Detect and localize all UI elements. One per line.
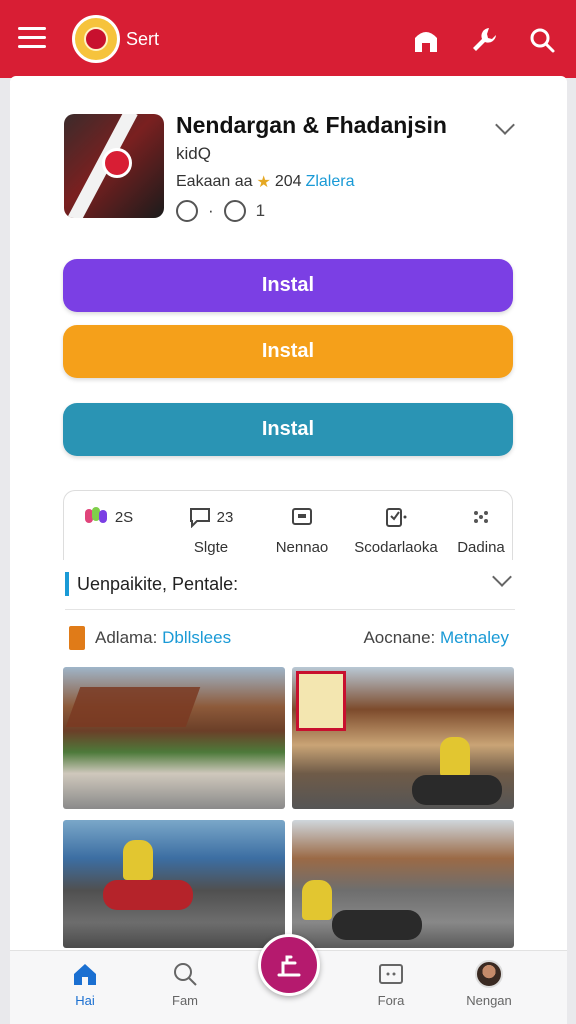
tv-icon (292, 508, 312, 525)
clipboard-icon (386, 508, 407, 527)
filter-right[interactable]: Aocnane: Metnaley (363, 628, 509, 648)
refresh-icon[interactable] (223, 200, 246, 222)
chevron-down-icon[interactable] (495, 115, 515, 135)
nav-screen[interactable]: Fora (346, 961, 436, 1008)
star-icon: ★ (256, 174, 271, 191)
chat-icon (189, 508, 210, 528)
meta-count: 204 (274, 173, 302, 190)
stat-tv[interactable]: Nennao (262, 505, 342, 556)
meta-prefix: Eakaan aa (176, 173, 253, 190)
wrench-icon[interactable] (468, 24, 500, 56)
reaction-row: · 1 (176, 200, 265, 222)
app-title: Nendargan & Fhadanjsin (176, 112, 447, 138)
avatar (475, 960, 503, 988)
meta-link[interactable]: Zlalera (306, 173, 355, 191)
search-icon[interactable] (526, 24, 558, 56)
app-brand: Sert (126, 29, 160, 49)
tool-icon (277, 955, 301, 977)
filter-left[interactable]: Adlama: Dbllslees (95, 628, 231, 648)
home-icon (74, 964, 96, 985)
nav-search[interactable]: Fam (140, 961, 230, 1008)
nav-home[interactable]: Hai (40, 961, 130, 1008)
top-app-bar: Sert (0, 0, 576, 78)
tag-icon (69, 626, 85, 650)
photo-shop-rider[interactable] (292, 667, 514, 809)
chevron-down-icon[interactable] (492, 567, 512, 587)
menu-icon[interactable] (18, 27, 46, 51)
stat-chat[interactable]: 23 Slgte (176, 505, 246, 556)
stat-more[interactable]: Dadina (450, 505, 512, 556)
likes-count: 1 (255, 201, 266, 220)
filter-row: Adlama: Dbllslees Aocnane: Metnaley (65, 624, 515, 654)
photo-street-traffic[interactable] (292, 820, 514, 948)
stat-apps[interactable]: 2S (78, 505, 138, 529)
photo-village-houses[interactable] (63, 667, 285, 809)
app-colors-icon (84, 507, 107, 523)
nav-profile[interactable]: Nengan (444, 960, 534, 1008)
stats-bar: 2S 23 Slgte Nennao Scodarlaoka Dadina (63, 490, 513, 560)
install-button-purple[interactable]: Instal (63, 259, 513, 312)
emblem-logo[interactable] (72, 15, 120, 63)
search-icon (174, 963, 197, 986)
install-button-orange[interactable]: Instal (63, 325, 513, 378)
app-detail-card: Nendargan & Fhadanjsin kidQ Eakaan aa ★ … (10, 76, 567, 1024)
app-meta: Eakaan aa ★ 204 Zlalera (176, 172, 354, 192)
section-header[interactable]: Uenpaikite, Pentale: (65, 566, 515, 610)
heart-icon[interactable] (176, 200, 198, 222)
center-action-button[interactable] (258, 934, 320, 996)
screen-icon (379, 964, 403, 984)
stat-clipboard[interactable]: Scodarlaoka (346, 505, 446, 556)
app-thumbnail[interactable] (64, 114, 164, 218)
photo-street-motorbike[interactable] (63, 820, 285, 948)
home-icon[interactable] (410, 24, 442, 56)
install-button-teal[interactable]: Instal (63, 403, 513, 456)
dots-icon (474, 511, 488, 523)
section-title: Uenpaikite, Pentale: (77, 574, 239, 594)
app-subtitle: kidQ (176, 144, 211, 163)
